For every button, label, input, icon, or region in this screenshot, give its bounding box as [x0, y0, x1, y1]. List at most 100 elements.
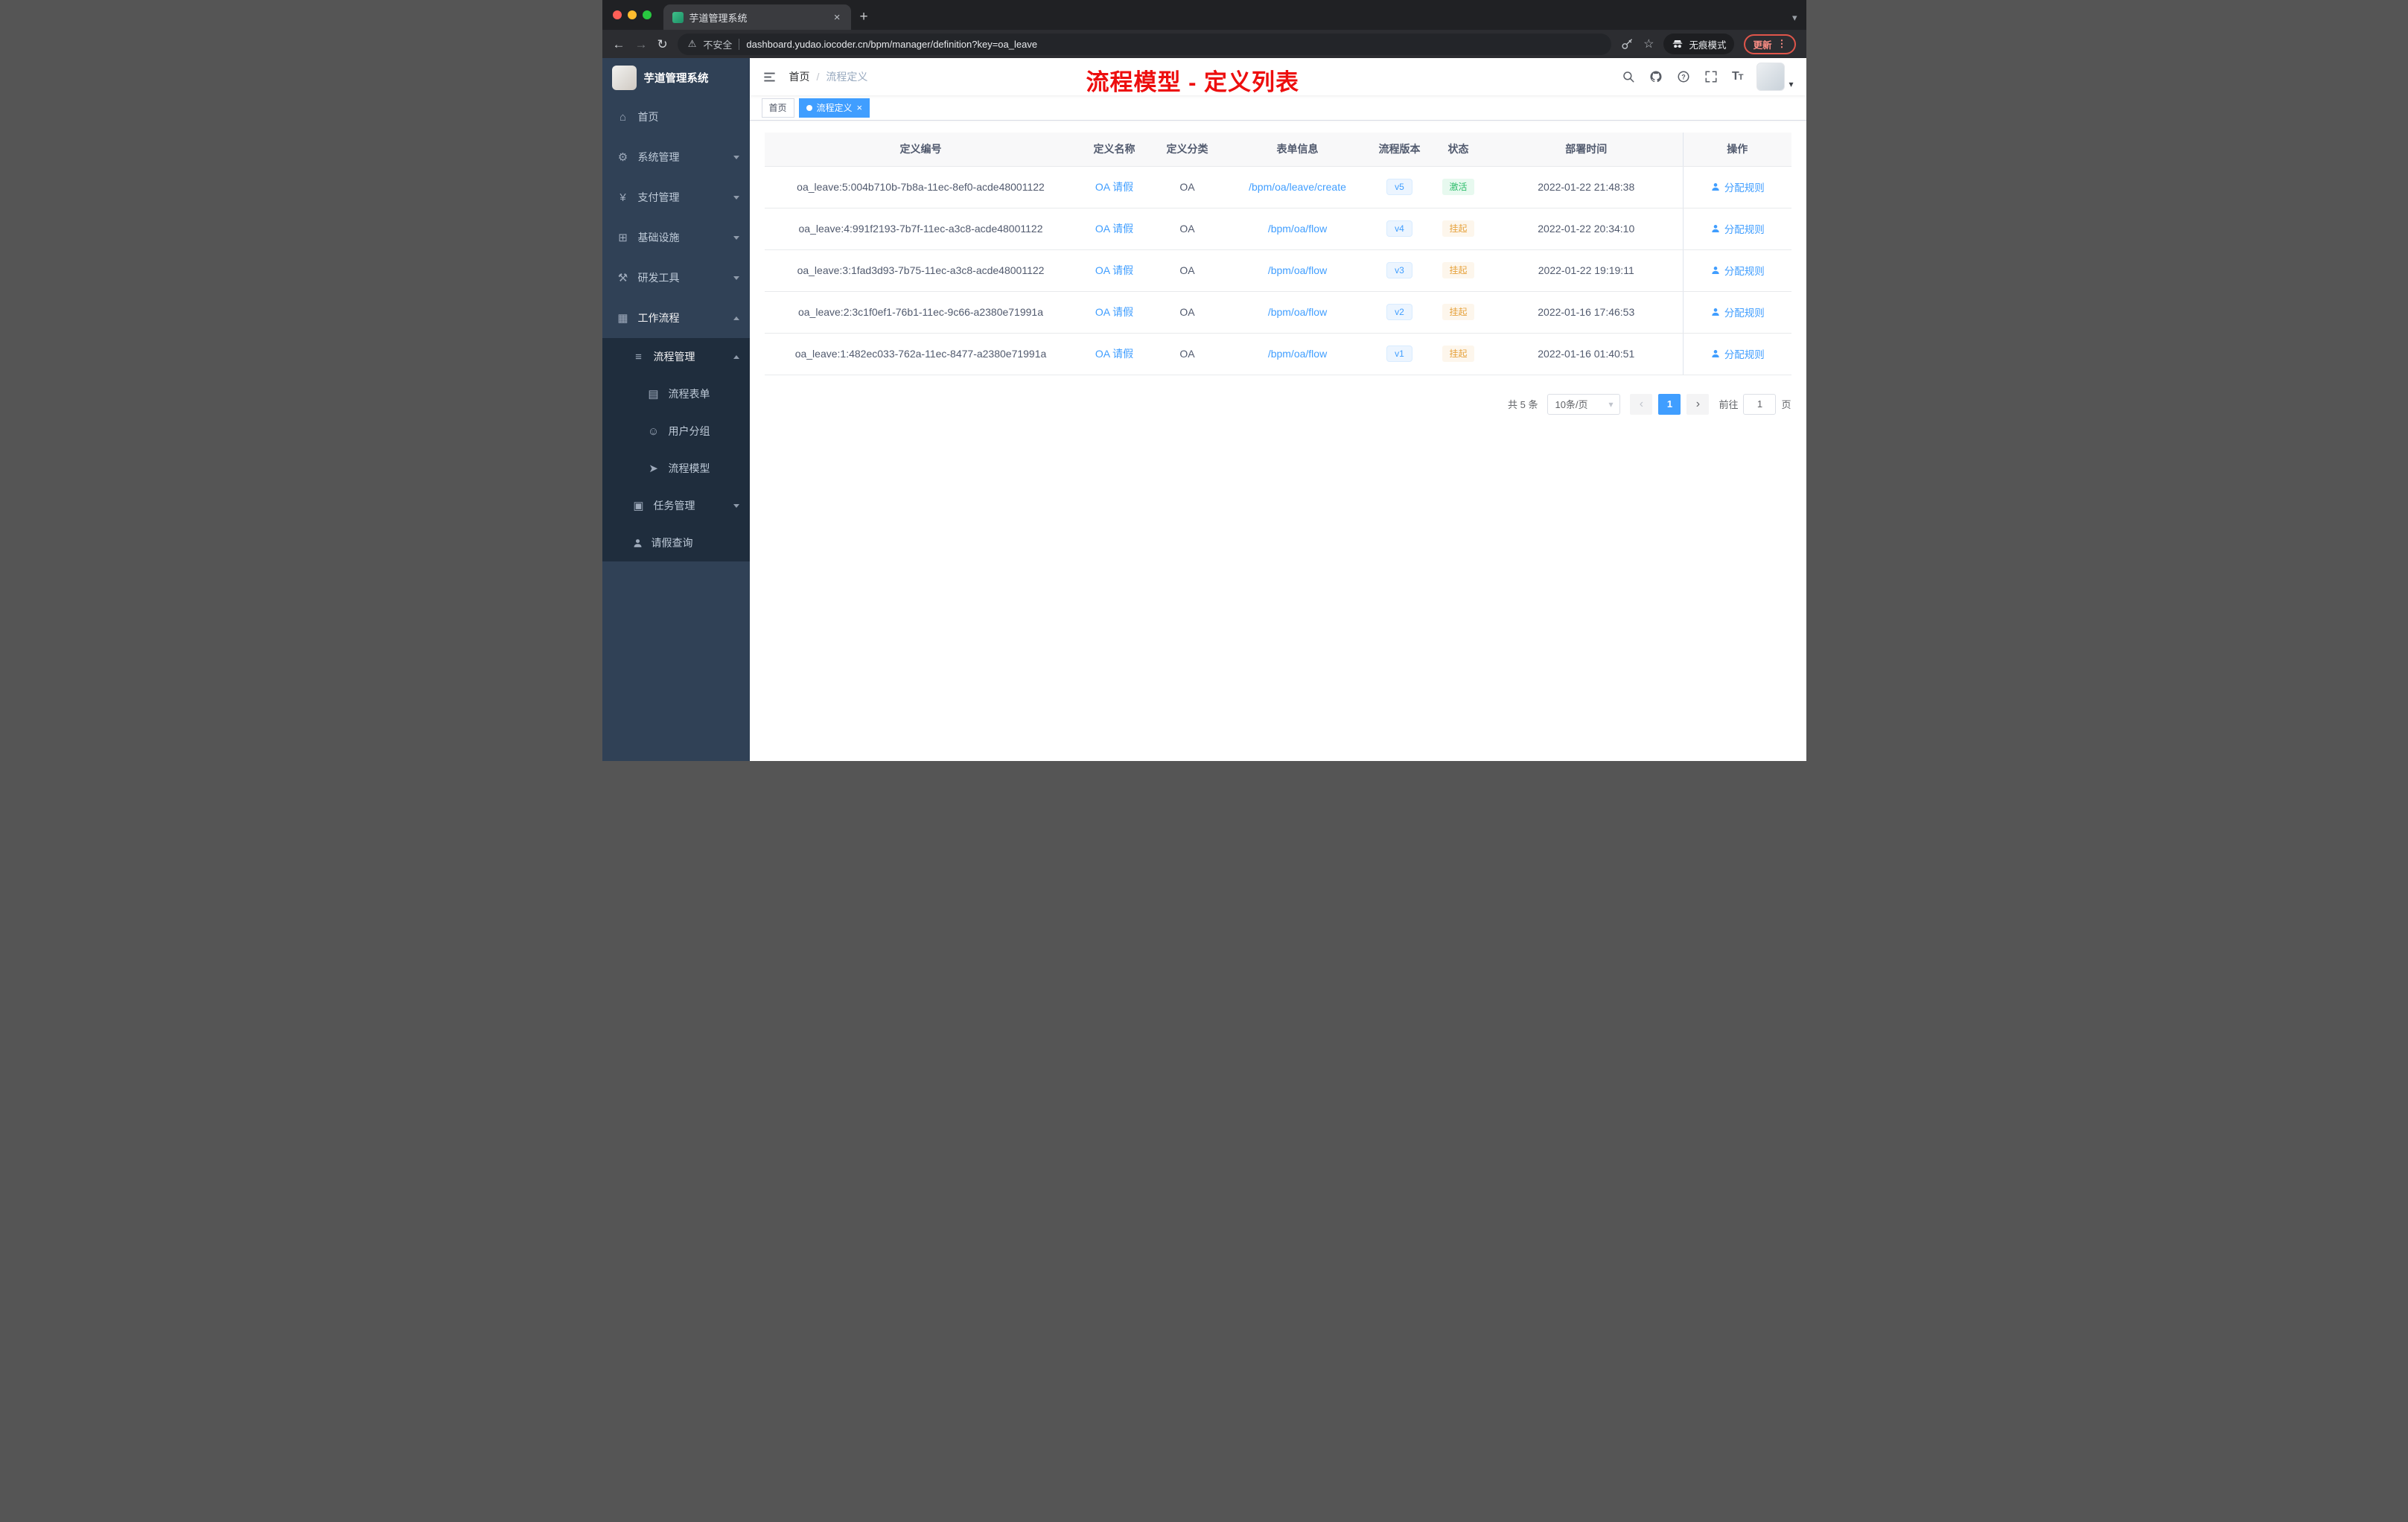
- password-key-icon[interactable]: [1621, 38, 1634, 51]
- tab-title: 芋道管理系统: [689, 12, 748, 24]
- back-button[interactable]: ←: [613, 38, 625, 51]
- font-size-icon[interactable]: TT: [1732, 70, 1743, 83]
- close-icon[interactable]: ×: [857, 103, 863, 112]
- user-icon: [1712, 267, 1719, 274]
- process-icon: ≡: [635, 350, 642, 363]
- hamburger-icon[interactable]: [762, 70, 777, 84]
- url-text[interactable]: dashboard.yudao.iocoder.cn/bpm/manager/d…: [746, 39, 1037, 50]
- task-icon: ▣: [633, 500, 644, 512]
- search-icon[interactable]: [1622, 70, 1635, 83]
- chevron-down-icon: [733, 155, 739, 159]
- tab-close-icon[interactable]: ×: [832, 11, 842, 24]
- user-icon: [634, 538, 641, 547]
- definition-name-link[interactable]: OA 请假: [1095, 306, 1133, 318]
- prev-icon: ‹: [1639, 397, 1644, 410]
- sidebar-item-payment[interactable]: ¥ 支付管理: [602, 177, 750, 217]
- page-content: 定义编号 定义名称 定义分类 表单信息 流程版本 状态 部署时间 操作 oa_l: [750, 121, 1806, 761]
- user-menu[interactable]: ▾: [1756, 63, 1794, 91]
- avatar[interactable]: [1756, 63, 1786, 91]
- close-window-button[interactable]: [612, 10, 622, 19]
- breadcrumb-separator: /: [816, 71, 820, 83]
- assign-rule-link[interactable]: 分配规则: [1710, 346, 1765, 361]
- goto-label: 前往: [1719, 399, 1739, 410]
- col-definition-id: 定义编号: [764, 133, 1077, 167]
- sidebar-item-devtools[interactable]: ⚒ 研发工具: [602, 258, 750, 298]
- menu-dots-icon[interactable]: ⋮: [1777, 38, 1787, 50]
- sidebar-item-workflow[interactable]: ▦ 工作流程: [602, 298, 750, 338]
- form-link[interactable]: /bpm/oa/flow: [1268, 223, 1327, 235]
- new-tab-button[interactable]: +: [860, 9, 868, 25]
- breadcrumb: 首页 / 流程定义: [789, 69, 868, 84]
- assign-rule-link[interactable]: 分配规则: [1710, 263, 1765, 278]
- sidebar-item-task-management[interactable]: ▣ 任务管理: [602, 487, 750, 524]
- tags-bar: 首页 流程定义 ×: [749, 95, 1806, 121]
- minimize-window-button[interactable]: [627, 10, 637, 19]
- breadcrumb-home[interactable]: 首页: [789, 69, 810, 84]
- user-icon: [1712, 308, 1719, 316]
- sidebar: 芋道管理系统 ⌂ 首页 ⚙ 系统管理 ¥ 支付管理 ⊞ 基础设施 ⚒ 研发工具 …: [602, 58, 750, 761]
- update-button[interactable]: 更新 ⋮: [1744, 34, 1796, 54]
- sidebar-item-infrastructure[interactable]: ⊞ 基础设施: [602, 217, 750, 258]
- definition-name-link[interactable]: OA 请假: [1095, 264, 1133, 276]
- tag-home[interactable]: 首页: [761, 98, 794, 118]
- zoom-window-button[interactable]: [642, 10, 652, 19]
- assign-rule-link[interactable]: 分配规则: [1710, 179, 1765, 194]
- chevron-down-icon: [733, 503, 739, 508]
- bookmark-star-icon[interactable]: ☆: [1643, 36, 1654, 51]
- active-dot-icon: [806, 104, 812, 111]
- security-warning-icon[interactable]: ⚠: [688, 38, 697, 50]
- form-icon: ▤: [648, 388, 659, 401]
- gear-icon: ⚙: [617, 151, 628, 164]
- sidebar-item-system[interactable]: ⚙ 系统管理: [602, 137, 750, 177]
- version-badge: v2: [1386, 303, 1412, 321]
- avatar-caret-icon: ▾: [1789, 79, 1794, 89]
- goto-page-input[interactable]: [1743, 393, 1777, 415]
- form-link[interactable]: /bpm/oa/flow: [1268, 348, 1327, 360]
- definition-name-link[interactable]: OA 请假: [1095, 348, 1133, 360]
- assign-rule-link[interactable]: 分配规则: [1710, 221, 1765, 236]
- definition-name-link[interactable]: OA 请假: [1095, 181, 1133, 193]
- forward-button[interactable]: →: [635, 38, 648, 51]
- tag-process-definition[interactable]: 流程定义 ×: [798, 98, 870, 118]
- sidebar-item-leave-query[interactable]: 请假查询: [602, 524, 750, 561]
- next-icon: ›: [1695, 397, 1701, 410]
- assign-rule-link[interactable]: 分配规则: [1710, 305, 1765, 319]
- sidebar-item-process-model[interactable]: ➤ 流程模型: [602, 450, 750, 487]
- user-icon: [1712, 183, 1719, 191]
- github-icon[interactable]: [1649, 70, 1663, 83]
- form-link[interactable]: /bpm/oa/flow: [1268, 306, 1327, 318]
- tab-search-chevron-icon[interactable]: ▾: [1792, 12, 1797, 24]
- col-process-version: 流程版本: [1372, 133, 1427, 167]
- definition-category: OA: [1151, 166, 1223, 208]
- sidebar-item-home[interactable]: ⌂ 首页: [602, 97, 750, 137]
- col-definition-category: 定义分类: [1151, 133, 1223, 167]
- deploy-time: 2022-01-16 01:40:51: [1489, 333, 1684, 375]
- page-size-select[interactable]: 10条/页 ▾: [1547, 393, 1621, 415]
- reload-button[interactable]: ↻: [657, 38, 668, 51]
- definition-table: 定义编号 定义名称 定义分类 表单信息 流程版本 状态 部署时间 操作 oa_l: [764, 133, 1791, 375]
- col-form-info: 表单信息: [1223, 133, 1372, 167]
- next-page-button[interactable]: ›: [1686, 393, 1710, 415]
- help-icon[interactable]: ?: [1677, 70, 1690, 83]
- col-status: 状态: [1427, 133, 1490, 167]
- definition-name-link[interactable]: OA 请假: [1095, 223, 1133, 235]
- table-row: oa_leave:4:991f2193-7b7f-11ec-a3c8-acde4…: [764, 208, 1791, 250]
- chevron-down-icon: [733, 276, 739, 280]
- current-page-button[interactable]: 1: [1658, 393, 1681, 415]
- fullscreen-icon[interactable]: [1704, 70, 1718, 83]
- form-link[interactable]: /bpm/oa/flow: [1268, 264, 1327, 276]
- col-actions: 操作: [1683, 133, 1791, 167]
- workflow-icon: ▦: [617, 312, 628, 325]
- chevron-up-icon: [733, 316, 739, 320]
- sidebar-item-user-group[interactable]: ☺ 用户分组: [602, 413, 750, 450]
- browser-tab[interactable]: 芋道管理系统 ×: [663, 4, 851, 30]
- page-annotation: 流程模型 - 定义列表: [1086, 69, 1300, 95]
- sidebar-item-process-form[interactable]: ▤ 流程表单: [602, 375, 750, 413]
- sidebar-item-process-management[interactable]: ≡ 流程管理: [602, 338, 750, 375]
- form-link[interactable]: /bpm/oa/leave/create: [1249, 181, 1346, 193]
- prev-page-button[interactable]: ‹: [1630, 393, 1653, 415]
- infra-icon: ⊞: [618, 232, 628, 244]
- version-badge: v5: [1386, 178, 1412, 196]
- address-bar[interactable]: ⚠ 不安全 dashboard.yudao.iocoder.cn/bpm/man…: [677, 33, 1612, 55]
- definition-id: oa_leave:2:3c1f0ef1-76b1-11ec-9c66-a2380…: [764, 291, 1077, 334]
